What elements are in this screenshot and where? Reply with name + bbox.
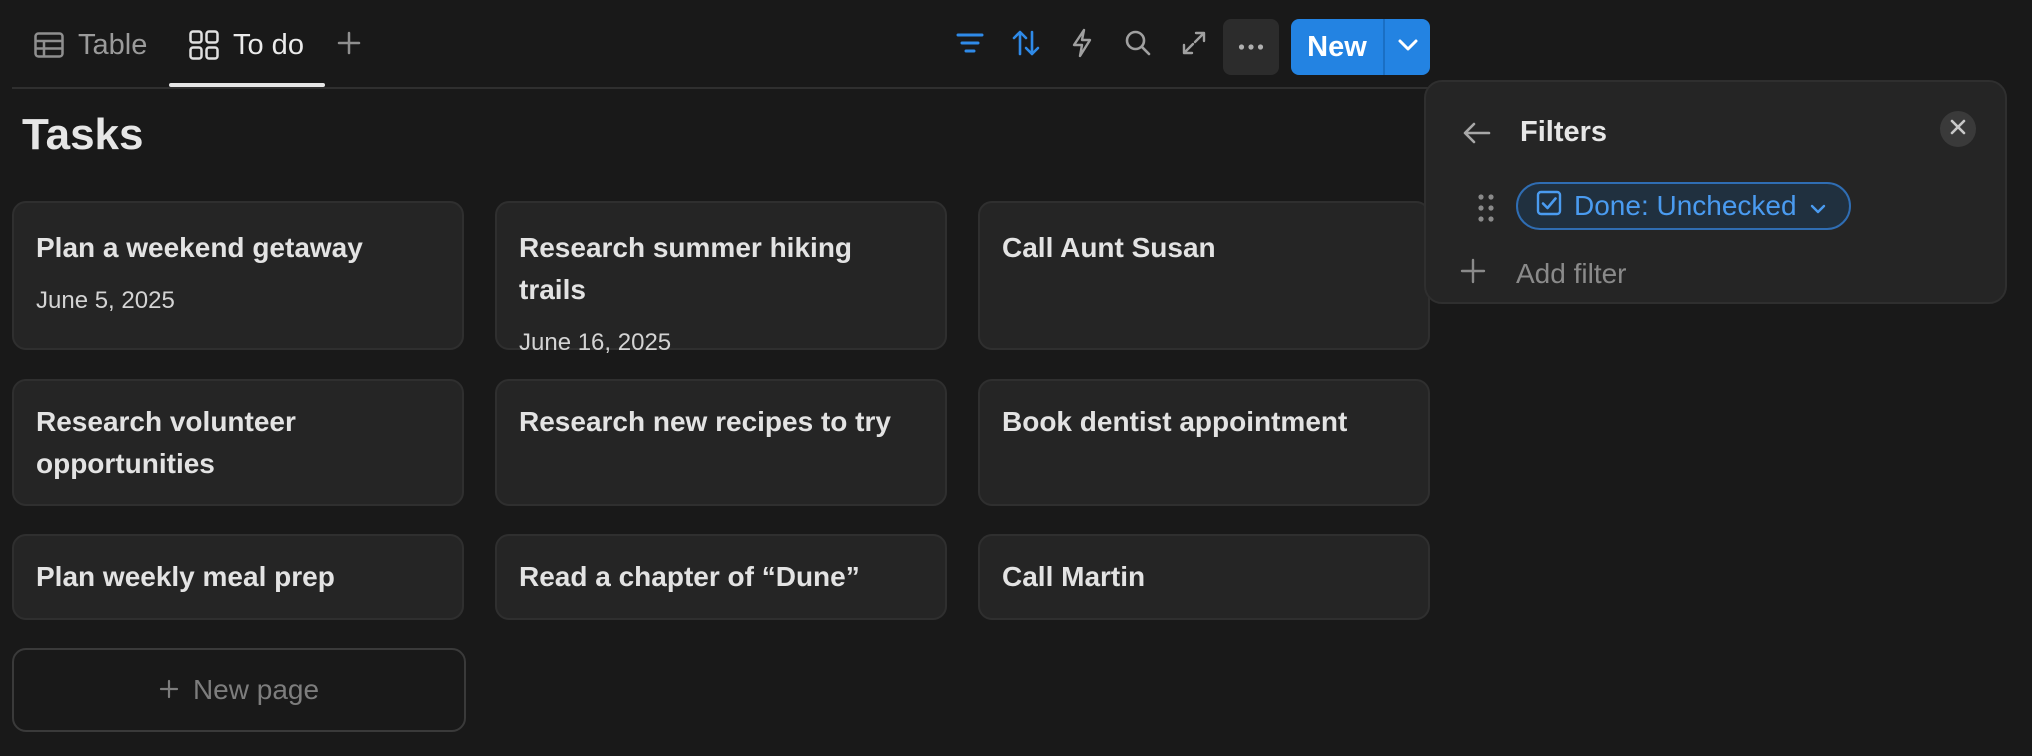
- card-title: Research summer hiking trails: [519, 232, 853, 305]
- card-title: Call Aunt Susan: [1002, 232, 1216, 263]
- add-filter-button[interactable]: Add filter: [1460, 254, 1627, 294]
- task-card[interactable]: Plan a weekend getaway June 5, 2025: [12, 201, 464, 350]
- plus-icon: [337, 31, 361, 60]
- page-title: Tasks: [22, 110, 144, 159]
- more-icon: [1238, 38, 1264, 56]
- chevron-down-icon: [1809, 190, 1827, 222]
- filters-popover: Filters Done: Unchecked Add filter: [1424, 80, 2007, 304]
- new-page-label: New page: [192, 674, 320, 705]
- filter-chip-label: Done: Unchecked: [1574, 190, 1797, 221]
- arrow-left-icon: [1462, 121, 1492, 150]
- filters-title: Filters: [1520, 116, 1608, 148]
- card-title: Research new recipes to try: [519, 406, 891, 437]
- checkbox-icon: [1536, 190, 1562, 223]
- new-page-button[interactable]: New page: [12, 648, 466, 732]
- task-card[interactable]: Plan weekly meal prep: [12, 534, 464, 620]
- card-date: June 16, 2025: [519, 329, 672, 356]
- gallery-icon: [189, 30, 219, 60]
- search-icon: [1124, 29, 1152, 62]
- expand-icon: [1181, 30, 1207, 61]
- card-title: Plan a weekend getaway: [36, 232, 363, 263]
- tab-to-do-label: To do: [233, 28, 304, 61]
- new-button[interactable]: New: [1291, 19, 1383, 75]
- table-icon: [34, 32, 64, 58]
- task-card[interactable]: Call Aunt Susan: [978, 201, 1430, 350]
- sort-icon: [1011, 28, 1041, 63]
- task-card[interactable]: Book dentist appointment: [978, 379, 1430, 506]
- chevron-down-icon: [1397, 38, 1419, 57]
- header-divider: [12, 87, 1432, 89]
- close-icon: [1950, 119, 1966, 140]
- add-view-button[interactable]: [334, 30, 364, 60]
- close-button[interactable]: [1940, 111, 1976, 147]
- app-root: Table To do New Tasks Plan a weekend get…: [0, 0, 2032, 756]
- task-card[interactable]: Research volunteer opportunities: [12, 379, 464, 506]
- automation-button[interactable]: [1062, 25, 1102, 65]
- sort-button[interactable]: [1006, 25, 1046, 65]
- back-button[interactable]: [1460, 118, 1494, 152]
- task-card[interactable]: Research new recipes to try: [495, 379, 947, 506]
- task-card[interactable]: Call Martin: [978, 534, 1430, 620]
- new-dropdown-button[interactable]: [1385, 19, 1430, 75]
- add-filter-label: Add filter: [1516, 258, 1627, 289]
- card-date: June 5, 2025: [36, 287, 175, 314]
- tab-table-label: Table: [78, 28, 148, 61]
- card-title: Plan weekly meal prep: [36, 561, 335, 592]
- plus-icon: [1460, 258, 1486, 291]
- filter-chip-done[interactable]: Done: Unchecked: [1516, 182, 1851, 230]
- filter-button[interactable]: [950, 25, 990, 65]
- task-card[interactable]: Read a chapter of “Dune”: [495, 534, 947, 620]
- tab-to-do[interactable]: To do: [189, 22, 304, 68]
- tab-table[interactable]: Table: [34, 22, 147, 68]
- search-button[interactable]: [1118, 25, 1158, 65]
- task-card[interactable]: Research summer hiking trails June 16, 2…: [495, 201, 947, 356]
- expand-button[interactable]: [1174, 25, 1214, 65]
- lightning-icon: [1070, 28, 1094, 63]
- card-title: Book dentist appointment: [1002, 406, 1348, 437]
- card-title: Read a chapter of “Dune”: [519, 561, 860, 592]
- new-button-group: New: [1291, 19, 1430, 75]
- more-options-button[interactable]: [1223, 19, 1279, 75]
- filter-icon: [956, 31, 984, 60]
- plus-icon: [159, 674, 179, 706]
- card-title: Research volunteer opportunities: [36, 406, 296, 479]
- drag-handle-icon[interactable]: [1476, 192, 1496, 224]
- card-title: Call Martin: [1002, 561, 1146, 592]
